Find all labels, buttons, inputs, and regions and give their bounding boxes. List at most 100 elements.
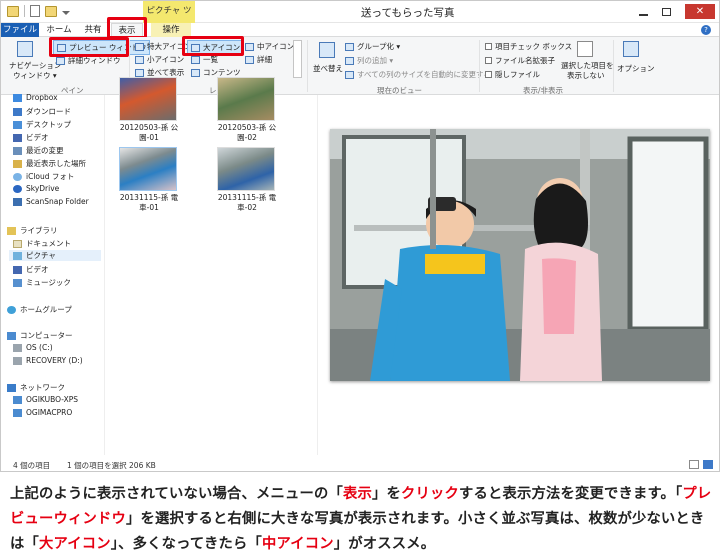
caption-text: 」を bbox=[372, 486, 401, 502]
nav-item-skydrive[interactable]: SkyDrive bbox=[13, 184, 59, 193]
highlight-large-icons bbox=[182, 36, 244, 56]
photo-thumbnail bbox=[217, 147, 275, 191]
nav-item-dropbox[interactable]: Dropbox bbox=[13, 93, 58, 102]
layout-medium[interactable]: 中アイコン bbox=[245, 41, 294, 52]
sort-by-button[interactable] bbox=[319, 42, 335, 58]
nav-item-recent[interactable]: 最近の変更 bbox=[13, 145, 64, 156]
hidden-items-checkbox[interactable] bbox=[485, 71, 492, 78]
nav-item-videos[interactable]: ビデオ bbox=[13, 132, 49, 143]
tab-share[interactable]: 共有 bbox=[81, 23, 105, 37]
caption-text: 」がオススメ。 bbox=[333, 536, 436, 552]
new-folder-icon[interactable] bbox=[45, 5, 57, 17]
small-label: 小アイコン bbox=[147, 55, 185, 64]
nav-item-documents[interactable]: ドキュメント bbox=[13, 238, 71, 249]
nav-item-network[interactable]: ネットワーク bbox=[7, 382, 65, 393]
close-button[interactable]: ✕ bbox=[685, 4, 715, 19]
caption-highlight: 中アイコン bbox=[261, 536, 334, 552]
size-columns-label: すべての列のサイズを自動的に変更する bbox=[357, 70, 491, 79]
file-item[interactable]: 20120503-孫 公園-01 bbox=[119, 77, 179, 143]
dropbox-icon bbox=[13, 93, 22, 102]
layout-small[interactable]: 小アイコン bbox=[135, 54, 184, 65]
nav-label: ホームグループ bbox=[20, 305, 72, 314]
size-columns-button[interactable]: すべての列のサイズを自動的に変更する bbox=[345, 69, 491, 80]
nav-item-libraries[interactable]: ライブラリ bbox=[7, 225, 58, 236]
downloads-icon bbox=[13, 107, 22, 116]
pictures-icon bbox=[13, 251, 22, 260]
nav-label: ネットワーク bbox=[20, 383, 65, 392]
nav-item-library-videos[interactable]: ビデオ bbox=[13, 264, 49, 275]
nav-label: デスクトップ bbox=[26, 120, 71, 129]
item-checkboxes-checkbox[interactable] bbox=[485, 43, 492, 50]
nav-label: ダウンロード bbox=[26, 107, 71, 116]
explanation-text: 上記のように表示されていない場合、メニューの「表示」をクリックすると表示方法を変… bbox=[10, 482, 712, 556]
nav-item-pictures[interactable]: ピクチャ bbox=[9, 250, 101, 261]
documents-icon bbox=[13, 239, 22, 248]
navigation-pane-dropdown[interactable]: ウィンドウ ▾ bbox=[13, 70, 57, 81]
skydrive-icon bbox=[13, 184, 22, 193]
file-name: 20120503-孫 公園-02 bbox=[217, 123, 277, 142]
layout-detail[interactable]: 詳細 bbox=[245, 54, 272, 65]
caption-text: すると表示方法を変更できます。「 bbox=[459, 486, 683, 502]
file-extensions-checkbox[interactable] bbox=[485, 57, 492, 64]
nav-item-icloud[interactable]: iCloud フォト bbox=[13, 171, 74, 182]
minimize-button[interactable] bbox=[639, 13, 648, 16]
item-checkboxes-option[interactable]: 項目チェック ボックス bbox=[485, 41, 572, 52]
drive-icon bbox=[13, 356, 22, 365]
icloud-icon bbox=[13, 172, 22, 181]
maximize-button[interactable] bbox=[662, 7, 671, 16]
nav-item-homegroup[interactable]: ホームグループ bbox=[7, 304, 72, 315]
tab-manage[interactable]: 操作 bbox=[151, 23, 191, 37]
nav-item-downloads[interactable]: ダウンロード bbox=[13, 106, 71, 117]
nav-item-music[interactable]: ミュージック bbox=[13, 277, 71, 288]
highlight-preview-pane bbox=[49, 37, 129, 57]
caption-highlight: 大アイコン bbox=[39, 536, 111, 552]
folder-icon[interactable] bbox=[7, 5, 19, 17]
size-columns-icon bbox=[345, 70, 354, 79]
item-checkboxes-label: 項目チェック ボックス bbox=[495, 42, 573, 51]
nav-item-recent-places[interactable]: 最近表示した場所 bbox=[13, 158, 86, 169]
window-controls: ✕ bbox=[639, 4, 715, 19]
properties-icon[interactable] bbox=[30, 5, 40, 17]
tab-file[interactable]: ファイル bbox=[1, 23, 39, 37]
hide-selected-icon bbox=[577, 41, 593, 57]
navigation-pane-button[interactable] bbox=[17, 41, 33, 57]
hide-selected-button[interactable] bbox=[577, 41, 593, 57]
help-icon[interactable]: ? bbox=[701, 25, 711, 35]
nav-item-computer[interactable]: コンピューター bbox=[7, 330, 73, 341]
nav-label: iCloud フォト bbox=[26, 172, 75, 181]
medium-icons-icon bbox=[245, 42, 254, 51]
homegroup-icon bbox=[7, 305, 16, 314]
photo-thumbnail bbox=[217, 77, 275, 121]
sort-by-label: 並べ替え bbox=[313, 64, 343, 73]
details-icon bbox=[245, 55, 254, 64]
nav-label: ライブラリ bbox=[20, 226, 58, 235]
file-item[interactable]: 20120503-孫 公園-02 bbox=[217, 77, 277, 143]
quick-access-toolbar bbox=[7, 5, 70, 17]
options-button[interactable] bbox=[623, 41, 639, 57]
add-columns-button[interactable]: 列の追加 ▾ bbox=[345, 55, 393, 66]
file-item-selected[interactable]: 20131115-孫 電車-01 bbox=[119, 147, 179, 213]
nav-item-scansnap[interactable]: ScanSnap Folder bbox=[13, 197, 89, 206]
customize-arrow-icon[interactable] bbox=[62, 11, 70, 15]
nav-item-desktop[interactable]: デスクトップ bbox=[13, 119, 71, 130]
nav-item-pc1[interactable]: OGIKUBO-XPS bbox=[13, 395, 78, 404]
nav-label: 最近の変更 bbox=[26, 146, 64, 155]
ribbon-separator bbox=[613, 40, 614, 92]
nav-item-recovery-drive[interactable]: RECOVERY (D:) bbox=[13, 356, 83, 365]
nav-item-os-drive[interactable]: OS (C:) bbox=[13, 343, 53, 352]
file-item[interactable]: 20131115-孫 電車-02 bbox=[217, 147, 277, 213]
caption-text: 上記のように表示されていない場合、メニューの「 bbox=[10, 486, 343, 502]
group-by-button[interactable]: グループ化 ▾ bbox=[345, 41, 400, 52]
options-label: オプション bbox=[617, 64, 655, 73]
nav-item-pc2[interactable]: OGIMACPRO bbox=[13, 408, 72, 417]
hidden-items-option[interactable]: 隠しファイル bbox=[485, 69, 540, 80]
details-view-icon[interactable] bbox=[689, 460, 699, 469]
tab-home[interactable]: ホーム bbox=[43, 23, 75, 37]
layout-scrollbar[interactable] bbox=[293, 40, 302, 78]
large-icons-view-icon[interactable] bbox=[703, 460, 713, 469]
toolbar-separator bbox=[24, 5, 25, 17]
sort-icon bbox=[319, 42, 335, 58]
navigation-pane: Dropbox ダウンロード デスクトップ ビデオ 最近の変更 最近表示した場所… bbox=[1, 93, 105, 455]
file-extensions-option[interactable]: ファイル名拡張子 bbox=[485, 55, 555, 66]
nav-label: SkyDrive bbox=[26, 184, 60, 193]
